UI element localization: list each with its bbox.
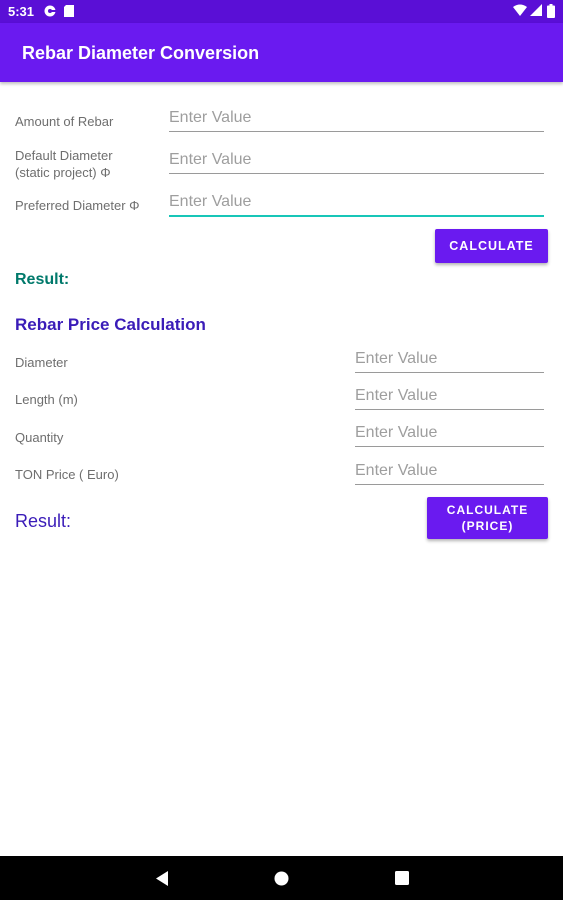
settings-gear-icon xyxy=(43,4,57,23)
price-section-title: Rebar Price Calculation xyxy=(15,315,206,334)
preferred-diameter-label: Preferred Diameter Φ xyxy=(15,198,140,213)
app-title: Rebar Diameter Conversion xyxy=(22,43,260,63)
price-diameter-label: Diameter xyxy=(15,355,68,370)
wifi-icon xyxy=(513,4,527,22)
length-input[interactable] xyxy=(355,383,544,410)
preferred-diameter-input[interactable] xyxy=(169,189,544,217)
status-bar: 5:31 xyxy=(0,0,563,23)
price-result-label: Result: xyxy=(15,511,72,531)
recents-icon[interactable] xyxy=(395,871,409,890)
length-label: Length (m) xyxy=(15,392,78,407)
back-icon[interactable] xyxy=(154,870,170,892)
signal-icon xyxy=(530,4,542,22)
default-diameter-input[interactable] xyxy=(169,147,544,174)
quantity-label: Quantity xyxy=(15,430,64,445)
calculate-price-button[interactable]: CALCULATE (PRICE) xyxy=(427,497,548,539)
battery-icon xyxy=(547,4,555,23)
home-icon[interactable] xyxy=(274,871,289,891)
status-time: 5:31 xyxy=(8,4,35,19)
default-diameter-label: Default Diameter (static project) Φ xyxy=(15,148,113,180)
amount-of-rebar-label: Amount of Rebar xyxy=(15,114,114,129)
navigation-bar xyxy=(0,856,563,900)
sd-card-icon xyxy=(63,4,75,23)
app-bar: Rebar Diameter Conversion xyxy=(0,23,563,82)
conversion-result-label: Result: xyxy=(15,271,70,288)
amount-of-rebar-input[interactable] xyxy=(169,105,544,132)
ton-price-label: TON Price ( Euro) xyxy=(15,467,119,482)
price-diameter-input[interactable] xyxy=(355,346,544,373)
calculate-button[interactable]: CALCULATE xyxy=(435,229,548,263)
ton-price-input[interactable] xyxy=(355,458,544,485)
quantity-input[interactable] xyxy=(355,420,544,447)
